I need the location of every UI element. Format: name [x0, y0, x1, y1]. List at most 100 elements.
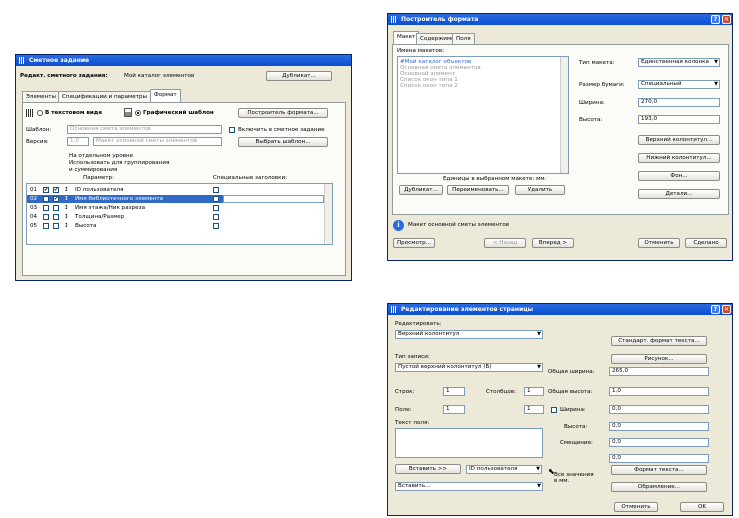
list-scrollbar[interactable] — [324, 184, 332, 244]
format-builder-button[interactable]: Построитель формата... — [238, 108, 328, 118]
insert-button[interactable]: Вставить >> — [395, 464, 461, 474]
row-label: Имя библиотечного элемента — [75, 196, 164, 202]
sort-arrows-icon[interactable]: ↕ — [64, 186, 69, 194]
window-titlebar[interactable]: Редактирование элементов страницы ? ✕ — [388, 304, 732, 315]
row-number: 05 — [30, 223, 38, 229]
group-checkbox[interactable]: ✔ — [53, 196, 59, 202]
rows-field[interactable]: 1 — [443, 387, 465, 396]
close-icon[interactable]: ✕ — [722, 15, 731, 24]
special-header-checkbox[interactable] — [213, 187, 219, 193]
close-icon[interactable]: ✕ — [722, 305, 731, 314]
version-number-field[interactable]: 1.0 — [67, 137, 89, 146]
version-name-field[interactable]: Макет основной сметы элементов — [93, 137, 222, 146]
height-field[interactable]: 193,0 — [638, 115, 720, 124]
duplicate-button[interactable]: Дубликат... — [399, 185, 443, 195]
edit-label: Редактировать: — [395, 321, 442, 327]
list-scrollbar[interactable] — [560, 57, 568, 173]
done-button[interactable]: Сделано — [685, 238, 727, 248]
std-text-format-button[interactable]: Стандарт. формат текста... — [611, 336, 707, 346]
level-checkbox[interactable] — [43, 196, 49, 202]
template-field[interactable]: Основная смета элементов — [67, 125, 222, 134]
ok-button[interactable]: OK — [680, 502, 724, 512]
level-checkbox[interactable]: ✔ — [43, 187, 49, 193]
cancel-button[interactable]: Отменить — [614, 502, 658, 512]
paper-size-select[interactable]: Специальный — [638, 80, 720, 89]
special-header-checkbox[interactable] — [213, 223, 219, 229]
list-item[interactable]: Список окон типа 2 — [400, 82, 458, 90]
list-item[interactable]: 01 ✔ ✔ ↕ ID пользователя — [27, 186, 324, 194]
app-icon — [391, 16, 397, 23]
width-field[interactable]: 270,0 — [638, 98, 720, 107]
duplicate-button[interactable]: Дубликат... — [266, 71, 332, 81]
window-titlebar[interactable]: Построитель формата ? ✕ — [388, 14, 732, 25]
total-width-label: Общая ширина: — [548, 369, 595, 375]
field-stepper-2[interactable]: 1 — [524, 405, 544, 414]
tab-format[interactable]: Формат — [150, 89, 181, 102]
units-note: Единицы в выбранном макете: мм. — [443, 176, 547, 182]
forward-button[interactable]: Вперед > — [532, 238, 574, 248]
tab-specs[interactable]: Спецификации и параметры — [58, 91, 151, 102]
group-checkbox[interactable] — [53, 223, 59, 229]
rename-button[interactable]: Переименовать... — [447, 185, 509, 195]
tab-fields[interactable]: Поля — [452, 33, 475, 44]
choose-template-button[interactable]: Выбрать шаблон... — [238, 137, 328, 147]
layout-type-select[interactable]: Единственная колонка — [638, 58, 720, 67]
group-checkbox[interactable]: ✔ — [53, 187, 59, 193]
special-header-checkbox[interactable] — [213, 196, 219, 202]
back-button[interactable]: < Назад — [484, 238, 526, 248]
help-icon[interactable]: ? — [711, 305, 720, 314]
background-button[interactable]: Фон... — [638, 171, 720, 181]
field-stepper-1[interactable]: 1 — [443, 405, 465, 414]
header-button[interactable]: Верхний колонтитул... — [638, 135, 720, 145]
include-checkbox[interactable] — [229, 127, 235, 133]
radio-text-view[interactable] — [37, 110, 43, 116]
height-label: Высота: — [579, 117, 603, 123]
width-field[interactable]: 0,0 — [609, 405, 709, 414]
preview-button[interactable]: Просмотр... — [393, 238, 435, 248]
special-header-checkbox[interactable] — [213, 214, 219, 220]
special-header-checkbox[interactable] — [213, 205, 219, 211]
extra-field[interactable]: 0,0 — [609, 454, 709, 463]
edit-select[interactable]: Верхний колонтитул — [395, 330, 543, 339]
help-icon[interactable]: ? — [711, 15, 720, 24]
record-type-label: Тип записи: — [395, 354, 430, 360]
picture-button[interactable]: Рисунок... — [611, 354, 707, 364]
sort-arrows-icon[interactable]: ↕ — [64, 213, 69, 221]
rows-label: Строк: — [395, 389, 415, 395]
width-label: Ширина: — [579, 100, 605, 106]
total-height-field[interactable]: 1,0 — [609, 387, 709, 396]
cols-field[interactable]: 1 — [524, 387, 544, 396]
offset-field[interactable]: 0,0 — [609, 438, 709, 447]
group-checkbox[interactable] — [53, 214, 59, 220]
text-format-button[interactable]: Формат текста... — [611, 465, 707, 475]
special-header-field[interactable] — [223, 195, 324, 203]
level-checkbox[interactable] — [43, 223, 49, 229]
border-button[interactable]: Обрамление... — [611, 482, 707, 492]
window-titlebar[interactable]: Сметное задание — [16, 55, 351, 66]
sort-arrows-icon[interactable]: ↕ — [64, 204, 69, 212]
record-type-select[interactable]: Пустой верхний колонтитул (Б) — [395, 363, 543, 372]
level-checkbox[interactable] — [43, 205, 49, 211]
group-checkbox[interactable] — [53, 205, 59, 211]
list-item[interactable]: 03 ↕ Имя этажа/Ник разреза — [27, 204, 324, 212]
total-width-field[interactable]: 265,0 — [609, 367, 709, 376]
list-item[interactable]: 02 ✔ ↕ Имя библиотечного элемента — [27, 195, 324, 203]
sort-arrows-icon[interactable]: ↕ — [64, 195, 69, 203]
height-field[interactable]: 0,0 — [609, 422, 709, 431]
user-id-select[interactable]: ID пользователя — [466, 465, 542, 474]
footer-button[interactable]: Нижний колонтитул... — [638, 153, 720, 163]
delete-button[interactable]: Удалить — [515, 185, 565, 195]
level-checkbox[interactable] — [43, 214, 49, 220]
list-item[interactable]: 04 ↕ Толщина/Размер — [27, 213, 324, 221]
info-text: Макет основной сметы элементов — [408, 222, 510, 228]
width-checkbox[interactable] — [551, 407, 557, 413]
details-button[interactable]: Детали... — [638, 189, 720, 199]
insert-select[interactable]: Вставить... — [395, 482, 543, 491]
row-number: 01 — [30, 187, 38, 193]
field-text-area[interactable] — [395, 428, 543, 458]
sort-arrows-icon[interactable]: ↕ — [64, 222, 69, 230]
cancel-button[interactable]: Отменить — [638, 238, 680, 248]
tab-elements[interactable]: Элементы — [22, 91, 60, 102]
radio-graphic-template[interactable] — [135, 110, 141, 116]
list-item[interactable]: 05 ↕ Высота — [27, 222, 324, 230]
